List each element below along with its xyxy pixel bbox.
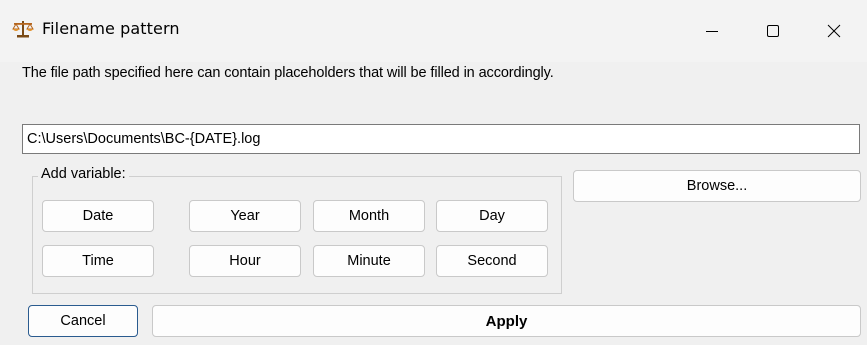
hour-button[interactable]: Hour	[189, 245, 301, 277]
cancel-button[interactable]: Cancel	[28, 305, 138, 337]
browse-button[interactable]: Browse...	[573, 170, 861, 202]
title-bar: Filename pattern	[0, 0, 867, 62]
close-button[interactable]	[801, 0, 867, 62]
time-button[interactable]: Time	[42, 245, 154, 277]
scales-icon	[12, 21, 34, 38]
day-button[interactable]: Day	[436, 200, 548, 232]
apply-button[interactable]: Apply	[152, 305, 861, 337]
minute-button[interactable]: Minute	[313, 245, 425, 277]
second-button[interactable]: Second	[436, 245, 548, 277]
add-variable-legend: Add variable:	[38, 166, 129, 182]
maximize-icon	[767, 25, 779, 37]
file-path-input[interactable]	[22, 124, 860, 154]
minimize-icon	[706, 31, 718, 32]
filename-pattern-dialog: Filename pattern The file path specified…	[0, 0, 867, 345]
month-button[interactable]: Month	[313, 200, 425, 232]
year-button[interactable]: Year	[189, 200, 301, 232]
date-button[interactable]: Date	[42, 200, 154, 232]
maximize-button[interactable]	[740, 0, 806, 62]
window-title: Filename pattern	[42, 19, 180, 38]
minimize-button[interactable]	[679, 0, 745, 62]
description-text: The file path specified here can contain…	[22, 65, 554, 81]
close-icon	[827, 24, 841, 38]
